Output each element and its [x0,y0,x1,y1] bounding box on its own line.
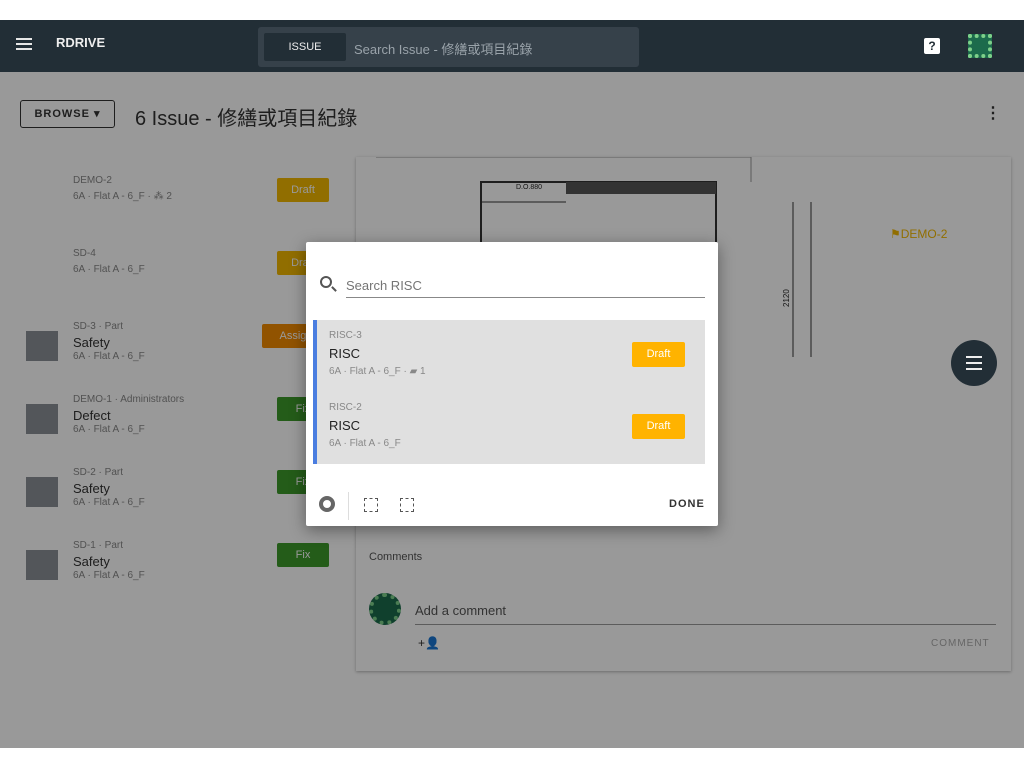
dialog-footer: DONE [306,488,718,524]
risc-name: RISC [329,418,361,433]
fab-menu-button[interactable] [951,340,997,386]
app-logo[interactable]: RDRIVE [56,35,105,50]
risc-dialog: RISC-3 RISC 6A · Flat A - 6_F · ▰ 1 Draf… [306,242,718,526]
list-item[interactable]: RISC-2 RISC 6A · Flat A - 6_F Draft [317,392,705,464]
risc-id: RISC-2 [329,402,362,413]
menu-icon[interactable] [16,38,32,50]
risc-location: 6A · Flat A - 6_F · ▰ 1 [329,366,426,377]
search-icon [320,276,332,288]
app-screen: RDRIVE ISSUE Search Issue - 修繕或項目紀錄 ? BR… [0,20,1024,748]
dialog-search [320,274,705,298]
status-badge: Draft [632,414,685,439]
global-search[interactable]: ISSUE Search Issue - 修繕或項目紀錄 [258,27,639,67]
risc-name: RISC [329,346,361,361]
deselect-all-icon[interactable] [400,498,414,512]
search-input[interactable]: Search Issue - 修繕或項目紀錄 [354,39,532,58]
divider [348,492,349,520]
select-all-icon[interactable] [364,498,378,512]
risc-search-input[interactable] [346,274,705,298]
list-item[interactable]: RISC-3 RISC 6A · Flat A - 6_F · ▰ 1 Draf… [317,320,705,392]
risc-id: RISC-3 [329,330,362,341]
done-button[interactable]: DONE [669,498,705,510]
top-bar: RDRIVE ISSUE Search Issue - 修繕或項目紀錄 ? [0,20,1024,72]
user-avatar[interactable] [968,34,992,58]
status-badge: Draft [632,342,685,367]
help-icon[interactable]: ? [924,38,940,54]
gear-icon[interactable] [319,496,335,512]
risc-location: 6A · Flat A - 6_F [329,438,401,449]
risc-list: RISC-3 RISC 6A · Flat A - 6_F · ▰ 1 Draf… [313,320,705,464]
search-scope-button[interactable]: ISSUE [264,33,346,61]
